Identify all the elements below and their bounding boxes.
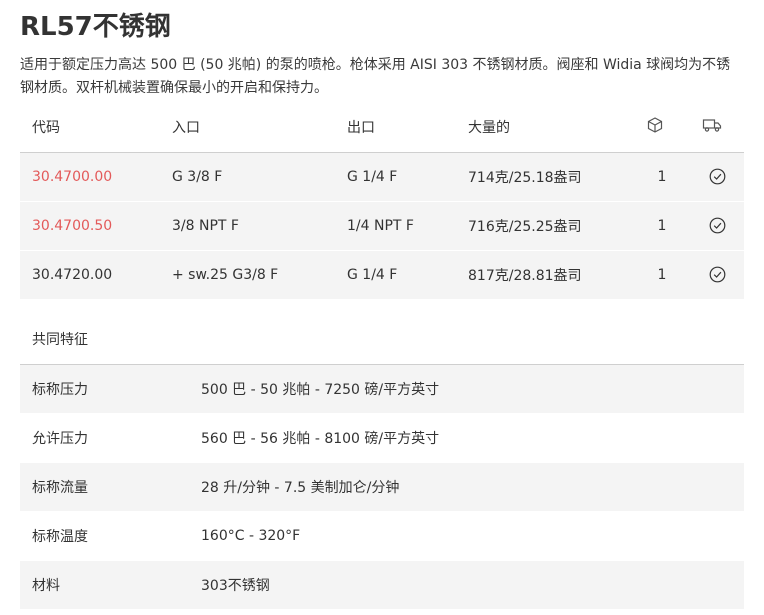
feature-label: 标称温度 [20,511,189,561]
product-code: 30.4720.00 [20,250,160,300]
feature-value: 160°C - 320°F [189,511,744,561]
feature-value: 303不锈钢 [189,560,744,610]
check-circle-icon [690,250,744,300]
features-table: 标称压力 500 巴 - 50 兆帕 - 7250 磅/平方英寸 允许压力 56… [20,364,744,610]
quantity-value: 1 [634,250,690,300]
product-code-link[interactable]: 30.4700.50 [20,201,160,251]
header-inlet: 入口 [160,102,335,153]
product-title: RL57不锈钢 [20,12,171,42]
check-circle-icon [690,201,744,251]
feature-value: 500 巴 - 50 兆帕 - 7250 磅/平方英寸 [189,364,744,414]
header-code: 代码 [20,102,160,153]
truck-icon [690,102,744,153]
product-description: 适用于额定压力高达 500 巴 (50 兆帕) 的泵的喷枪。枪体采用 AISI … [20,57,731,96]
table-row[interactable]: 30.4700.00 G 3/8 F G 1/4 F 714克/25.18盎司 … [20,152,744,202]
inlet-value: + sw.25 G3/8 F [160,250,335,300]
feature-row: 标称温度 160°C - 320°F [20,511,744,561]
table-row[interactable]: 30.4720.00 + sw.25 G3/8 F G 1/4 F 817克/2… [20,250,744,300]
weight-value: 714克/25.18盎司 [456,152,634,202]
feature-label: 标称压力 [20,364,189,414]
spec-header-row: 代码 入口 出口 大量的 [20,102,744,153]
weight-value: 716克/25.25盎司 [456,201,634,251]
feature-label: 允许压力 [20,413,189,463]
table-row[interactable]: 30.4700.50 3/8 NPT F 1/4 NPT F 716克/25.2… [20,201,744,251]
quantity-value: 1 [634,201,690,251]
inlet-value: G 3/8 F [160,152,335,202]
product-code-link[interactable]: 30.4700.00 [20,152,160,202]
feature-label: 材料 [20,560,189,610]
inlet-value: 3/8 NPT F [160,201,335,251]
feature-value: 28 升/分钟 - 7.5 美制加仑/分钟 [189,462,744,512]
outlet-value: G 1/4 F [335,152,456,202]
header-outlet: 出口 [335,102,456,153]
feature-row: 标称压力 500 巴 - 50 兆帕 - 7250 磅/平方英寸 [20,364,744,414]
weight-value: 817克/28.81盎司 [456,250,634,300]
feature-row: 标称流量 28 升/分钟 - 7.5 美制加仑/分钟 [20,462,744,512]
feature-row: 允许压力 560 巴 - 56 兆帕 - 8100 磅/平方英寸 [20,413,744,463]
outlet-value: 1/4 NPT F [335,201,456,251]
feature-label: 标称流量 [20,462,189,512]
feature-value: 560 巴 - 56 兆帕 - 8100 磅/平方英寸 [189,413,744,463]
package-icon [634,102,690,153]
header-weight: 大量的 [456,102,634,153]
features-title: 共同特征 [20,300,744,365]
outlet-value: G 1/4 F [335,250,456,300]
spec-table: 代码 入口 出口 大量的 30.4700.00 G 3/8 F G 1/4 F … [20,102,744,300]
quantity-value: 1 [634,152,690,202]
feature-row: 材料 303不锈钢 [20,560,744,610]
check-circle-icon [690,152,744,202]
